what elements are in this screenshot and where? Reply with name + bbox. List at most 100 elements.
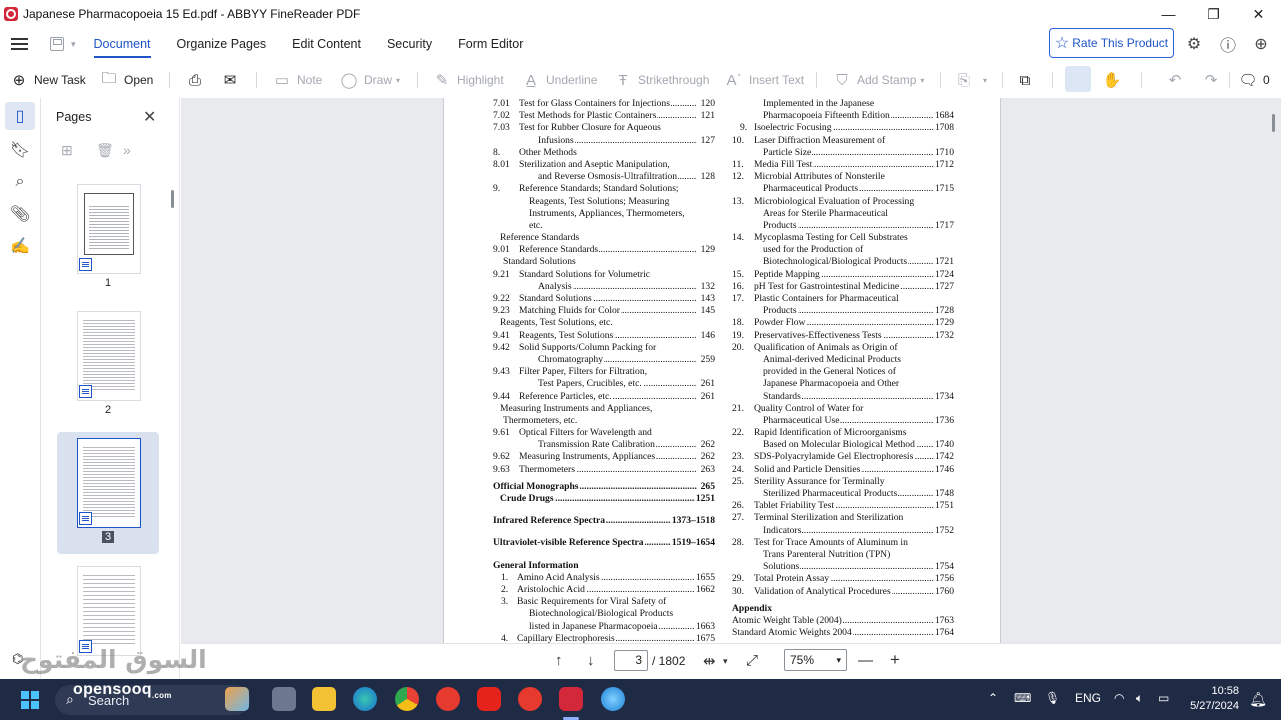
- chrome-browser-icon[interactable]: [395, 687, 419, 711]
- tab-form-editor[interactable]: Form Editor: [458, 28, 523, 60]
- new-task-button[interactable]: ⊕ New Task: [10, 66, 86, 94]
- tab-document[interactable]: Document: [93, 28, 151, 60]
- battery-icon[interactable]: ▭: [1158, 691, 1169, 705]
- toc-entry[interactable]: ........................................…: [732, 110, 954, 123]
- toc-entry[interactable]: 7.02....................................…: [493, 110, 715, 123]
- search-icon[interactable]: ⌕: [5, 168, 35, 196]
- toc-entry[interactable]: Implemented in the Japanese: [732, 98, 954, 110]
- comments-button[interactable]: 🗨 0: [1238, 66, 1269, 94]
- toc-entry[interactable]: Animal-derived Medicinal Products: [732, 353, 954, 366]
- print-button[interactable]: ⎙: [186, 66, 210, 94]
- toc-entry[interactable]: 9.61 Optical Filters for Wavelength and: [493, 427, 715, 439]
- toc-entry[interactable]: 9.62....................................…: [493, 451, 715, 464]
- tray-overflow-icon[interactable]: ⌃: [988, 691, 998, 705]
- add-stamp-button[interactable]: ⛉ Add Stamp ▾: [833, 66, 924, 94]
- current-page-input[interactable]: 3: [614, 650, 648, 671]
- strikethrough-button[interactable]: Ŧ Strikethrough: [614, 66, 709, 94]
- highlight-button[interactable]: ✎ Highlight: [433, 66, 504, 94]
- microphone-icon[interactable]: 🎙︎: [1045, 691, 1060, 705]
- tab-organize-pages[interactable]: Organize Pages: [177, 28, 267, 60]
- toc-entry[interactable]: 3. Basic Requirements for Viral Safety of: [493, 596, 715, 608]
- toc-entry[interactable]: 25. Sterility Assurance for Terminally: [732, 475, 954, 488]
- page-thumbnail[interactable]: 1: [57, 178, 159, 300]
- system-clock[interactable]: 10:58 5/27/2024: [1190, 684, 1239, 714]
- toc-entry[interactable]: 21. Quality Control of Water for: [732, 402, 954, 415]
- hamburger-menu-icon[interactable]: [11, 38, 28, 50]
- toc-entry[interactable]: 20. Qualification of Animals as Origin of: [732, 341, 954, 354]
- toc-entry[interactable]: Appendix: [732, 602, 954, 615]
- toc-entry[interactable]: used for the Production of: [732, 244, 954, 256]
- attachment-icon[interactable]: 📎︎: [5, 200, 35, 228]
- toc-entry[interactable]: provided in the General Notices of: [732, 366, 954, 378]
- toc-entry[interactable]: 2.......................................…: [493, 583, 715, 597]
- toc-entry[interactable]: Thermometers, etc.: [493, 414, 715, 427]
- toc-entry[interactable]: 11......................................…: [732, 158, 954, 172]
- hand-tool-button[interactable]: ✋: [1103, 66, 1127, 94]
- edge-browser-icon[interactable]: [353, 687, 377, 711]
- toc-entry[interactable]: General Information: [493, 559, 715, 572]
- note-button[interactable]: ▭ Note: [273, 66, 322, 94]
- task-view-icon[interactable]: [272, 687, 296, 711]
- help-icon[interactable]: ⓘ: [1218, 34, 1238, 55]
- toc-entry[interactable]: ........................................…: [732, 524, 954, 537]
- toc-entry[interactable]: 17. Plastic Containers for Pharmaceutical: [732, 293, 954, 305]
- document-viewport[interactable]: 7.01....................................…: [181, 98, 1281, 643]
- toc-entry[interactable]: 15......................................…: [732, 268, 954, 281]
- toc-entry[interactable]: ........................................…: [493, 515, 715, 528]
- maximize-button[interactable]: ❐: [1191, 0, 1236, 28]
- toc-entry[interactable]: 9.21 Standard Solutions for Volumetric: [493, 268, 715, 281]
- toc-entry[interactable]: 26......................................…: [732, 500, 954, 513]
- image-tool-button[interactable]: ⧉: [1016, 66, 1040, 94]
- email-button[interactable]: ✉: [221, 66, 245, 94]
- toc-entry[interactable]: 16......................................…: [732, 280, 954, 294]
- toc-entry[interactable]: 18......................................…: [732, 317, 954, 330]
- toc-entry[interactable]: ........................................…: [732, 146, 954, 159]
- language-indicator[interactable]: ENG: [1075, 691, 1101, 705]
- zoom-select[interactable]: 75% ▾: [784, 649, 847, 671]
- previous-page-icon[interactable]: ↑: [555, 652, 563, 669]
- next-page-icon[interactable]: ↓: [587, 652, 595, 669]
- zoom-out-icon[interactable]: —: [858, 652, 873, 669]
- add-page-icon[interactable]: ⊞: [61, 142, 73, 159]
- toc-entry[interactable]: 14. Mycoplasma Testing for Cell Substrate…: [732, 232, 954, 244]
- toc-entry[interactable]: ........................................…: [732, 305, 954, 318]
- weather-widget-icon[interactable]: [225, 687, 249, 711]
- signature-button[interactable]: ⎘ ▾: [955, 66, 987, 94]
- toc-entry[interactable]: 9.01....................................…: [493, 244, 715, 257]
- toc-entry[interactable]: ........................................…: [732, 256, 954, 269]
- toc-entry[interactable]: 7.03 Test for Rubber Closure for Aqueous: [493, 122, 715, 134]
- toc-entry[interactable]: 23......................................…: [732, 451, 954, 464]
- toc-entry[interactable]: 22. Rapid Identification of Microorganism…: [732, 427, 954, 439]
- toc-entry[interactable]: 24......................................…: [732, 463, 954, 476]
- toc-entry[interactable]: ........................................…: [493, 134, 715, 147]
- account-icon[interactable]: ⊕: [1251, 34, 1271, 54]
- underline-button[interactable]: A̲ Underline: [522, 66, 597, 94]
- toc-entry[interactable]: 12. Microbial Attributes of Nonsterile: [732, 171, 954, 183]
- rate-product-button[interactable]: ☆ Rate This Product: [1049, 28, 1174, 58]
- signature-pen-icon[interactable]: ✍: [5, 232, 35, 260]
- tab-security[interactable]: Security: [387, 28, 432, 60]
- page-thumbnail-selected[interactable]: 3: [57, 432, 159, 554]
- toc-entry[interactable]: Trans Parenteral Nutrition (TPN): [732, 548, 954, 561]
- file-explorer-icon[interactable]: [312, 687, 336, 711]
- volume-icon[interactable]: 🔈︎: [1136, 691, 1143, 706]
- fullscreen-icon[interactable]: ⤢: [746, 652, 758, 669]
- toc-entry[interactable]: ........................................…: [493, 353, 715, 367]
- toc-entry[interactable]: Instruments, Appliances, Thermometers,: [493, 207, 715, 220]
- minimize-button[interactable]: —: [1146, 0, 1191, 28]
- toc-entry[interactable]: ........................................…: [732, 414, 954, 428]
- toc-entry[interactable]: ........................................…: [493, 378, 715, 391]
- toc-entry[interactable]: ........................................…: [493, 439, 715, 452]
- toc-entry[interactable]: Reagents, Test Solutions, etc.: [493, 317, 715, 329]
- toc-entry[interactable]: ........................................…: [493, 620, 715, 633]
- toc-entry[interactable]: 10. Laser Diffraction Measurement of: [732, 134, 954, 147]
- toc-entry[interactable]: 4.......................................…: [493, 632, 715, 643]
- toc-entry[interactable]: 9.44....................................…: [493, 390, 715, 403]
- toc-entry[interactable]: ........................................…: [732, 439, 954, 452]
- toc-entry[interactable]: Japanese Pharmacopoeia and Other: [732, 378, 954, 390]
- undo-button[interactable]: ↶: [1166, 66, 1190, 94]
- toc-entry[interactable]: Biotechnological/Biological Products: [493, 608, 715, 620]
- toc-entry[interactable]: Reference Standards: [493, 232, 715, 244]
- toc-entry[interactable]: 1.......................................…: [493, 571, 715, 584]
- draw-button[interactable]: ◯ Draw ▾: [340, 66, 400, 94]
